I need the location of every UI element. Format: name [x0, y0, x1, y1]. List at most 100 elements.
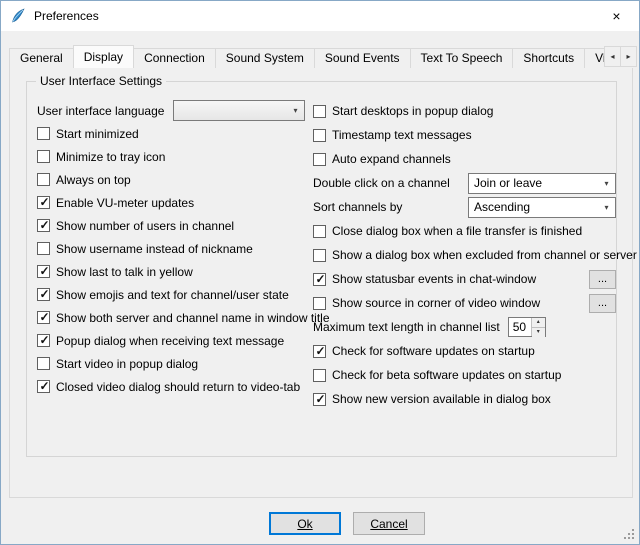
tab-general[interactable]: General	[9, 48, 74, 68]
checkbox-label: Show number of users in channel	[56, 219, 234, 233]
checkbox-label: Start minimized	[56, 127, 139, 141]
checkbox-start-minimized[interactable]: Start minimized	[37, 122, 305, 145]
checkbox-box[interactable]	[37, 150, 50, 163]
checkbox-box[interactable]	[313, 393, 326, 406]
language-combobox[interactable]: ▾	[173, 100, 305, 121]
checkbox-label: Auto expand channels	[332, 152, 451, 166]
tab-connection[interactable]: Connection	[133, 48, 216, 68]
resize-grip[interactable]	[623, 528, 635, 540]
video-source-options-button[interactable]: ...	[589, 294, 616, 313]
checkbox-auto-expand-channels[interactable]: Auto expand channels	[313, 147, 616, 171]
checkbox-label: Timestamp text messages	[332, 128, 472, 142]
chevron-down-icon: ▾	[598, 203, 615, 212]
sort-channels-combobox[interactable]: Ascending ▾	[468, 197, 616, 218]
checkbox-server-channel-title[interactable]: Show both server and channel name in win…	[37, 306, 305, 329]
spinner-up-icon[interactable]: ▴	[532, 318, 545, 328]
max-text-length-spinner[interactable]: 50 ▴ ▾	[508, 317, 546, 337]
checkbox-label: Show source in corner of video window	[332, 296, 540, 310]
tab-scroll-left-button[interactable]: ◂	[604, 46, 621, 67]
checkbox-box[interactable]	[37, 219, 50, 232]
checkbox-minimize-to-tray[interactable]: Minimize to tray icon	[37, 145, 305, 168]
checkbox-show-number-of-users[interactable]: Show number of users in channel	[37, 214, 305, 237]
checkbox-label: Check for beta software updates on start…	[332, 368, 561, 382]
checkbox-box[interactable]	[313, 225, 326, 238]
window-title: Preferences	[34, 9, 99, 23]
checkbox-vu-meter-updates[interactable]: Enable VU-meter updates	[37, 191, 305, 214]
checkbox-box[interactable]	[37, 334, 50, 347]
checkbox-box[interactable]	[313, 345, 326, 358]
checkbox-video-source-corner[interactable]: Show source in corner of video window ..…	[313, 291, 616, 315]
checkbox-box[interactable]	[37, 311, 50, 324]
checkbox-start-video-popup[interactable]: Start video in popup dialog	[37, 352, 305, 375]
checkbox-label: Minimize to tray icon	[56, 150, 165, 164]
checkbox-dialog-when-excluded[interactable]: Show a dialog box when excluded from cha…	[313, 243, 616, 267]
close-button[interactable]: ×	[594, 1, 639, 31]
ok-button[interactable]: Ok	[269, 512, 341, 535]
group-user-interface-settings: User Interface Settings User interface l…	[26, 81, 617, 457]
checkbox-label: Show new version available in dialog box	[332, 392, 551, 406]
checkbox-label: Closed video dialog should return to vid…	[56, 380, 300, 394]
arrow-right-icon: ▸	[626, 52, 630, 61]
checkbox-box[interactable]	[313, 105, 326, 118]
double-click-label: Double click on a channel	[313, 176, 450, 190]
checkbox-box[interactable]	[313, 249, 326, 262]
checkbox-box[interactable]	[313, 297, 326, 310]
left-column: User interface language ▾ Start minimize…	[37, 99, 305, 398]
checkbox-start-desktops-popup[interactable]: Start desktops in popup dialog	[313, 99, 616, 123]
checkbox-label: Always on top	[56, 173, 131, 187]
checkbox-box[interactable]	[37, 127, 50, 140]
checkbox-box[interactable]	[37, 380, 50, 393]
checkbox-show-username[interactable]: Show username instead of nickname	[37, 237, 305, 260]
statusbar-events-options-button[interactable]: ...	[589, 270, 616, 289]
checkbox-closed-video-return[interactable]: Closed video dialog should return to vid…	[37, 375, 305, 398]
tab-sound-system[interactable]: Sound System	[215, 48, 315, 68]
checkbox-box[interactable]	[37, 288, 50, 301]
checkbox-close-on-file-transfer[interactable]: Close dialog box when a file transfer is…	[313, 219, 616, 243]
right-column: Start desktops in popup dialog Timestamp…	[313, 99, 616, 411]
checkbox-box[interactable]	[313, 129, 326, 142]
checkbox-label: Show emojis and text for channel/user st…	[56, 288, 289, 302]
sort-channels-row: Sort channels by Ascending ▾	[313, 195, 616, 219]
checkbox-box[interactable]	[313, 153, 326, 166]
checkbox-box[interactable]	[37, 357, 50, 370]
checkbox-popup-text-message[interactable]: Popup dialog when receiving text message	[37, 329, 305, 352]
double-click-combobox[interactable]: Join or leave ▾	[468, 173, 616, 194]
spinner-down-icon[interactable]: ▾	[532, 328, 545, 337]
tab-display[interactable]: Display	[73, 45, 134, 68]
checkbox-show-emojis[interactable]: Show emojis and text for channel/user st…	[37, 283, 305, 306]
checkbox-box[interactable]	[37, 265, 50, 278]
max-text-length-row: Maximum text length in channel list 50 ▴…	[313, 315, 616, 339]
checkbox-box[interactable]	[37, 196, 50, 209]
tab-shortcuts[interactable]: Shortcuts	[512, 48, 585, 68]
checkbox-timestamp-messages[interactable]: Timestamp text messages	[313, 123, 616, 147]
checkbox-label: Show last to talk in yellow	[56, 265, 193, 279]
checkbox-box[interactable]	[37, 173, 50, 186]
checkbox-last-to-talk[interactable]: Show last to talk in yellow	[37, 260, 305, 283]
cancel-button[interactable]: Cancel	[353, 512, 425, 535]
chevron-down-icon: ▾	[598, 179, 615, 188]
tab-sound-events[interactable]: Sound Events	[314, 48, 411, 68]
checkbox-label: Show both server and channel name in win…	[56, 311, 330, 325]
checkbox-box[interactable]	[37, 242, 50, 255]
title-bar[interactable]: Preferences ×	[1, 1, 639, 31]
tab-scroll-right-button[interactable]: ▸	[620, 46, 637, 67]
checkbox-label: Check for software updates on startup	[332, 344, 535, 358]
language-label: User interface language	[37, 104, 164, 118]
sort-channels-label: Sort channels by	[313, 200, 402, 214]
checkbox-always-on-top[interactable]: Always on top	[37, 168, 305, 191]
checkbox-box[interactable]	[313, 369, 326, 382]
checkbox-label: Show statusbar events in chat-window	[332, 272, 536, 286]
checkbox-check-beta-updates[interactable]: Check for beta software updates on start…	[313, 363, 616, 387]
checkbox-check-updates[interactable]: Check for software updates on startup	[313, 339, 616, 363]
spinner-arrows: ▴ ▾	[531, 318, 545, 336]
checkbox-label: Popup dialog when receiving text message	[56, 334, 284, 348]
checkbox-box[interactable]	[313, 273, 326, 286]
language-row: User interface language ▾	[37, 99, 305, 122]
checkbox-statusbar-events[interactable]: Show statusbar events in chat-window ...	[313, 267, 616, 291]
ok-button-label: Ok	[297, 517, 312, 531]
tab-text-to-speech[interactable]: Text To Speech	[410, 48, 514, 68]
double-click-row: Double click on a channel Join or leave …	[313, 171, 616, 195]
checkbox-label: Start desktops in popup dialog	[332, 104, 493, 118]
app-icon	[10, 8, 26, 24]
checkbox-new-version-dialog[interactable]: Show new version available in dialog box	[313, 387, 616, 411]
